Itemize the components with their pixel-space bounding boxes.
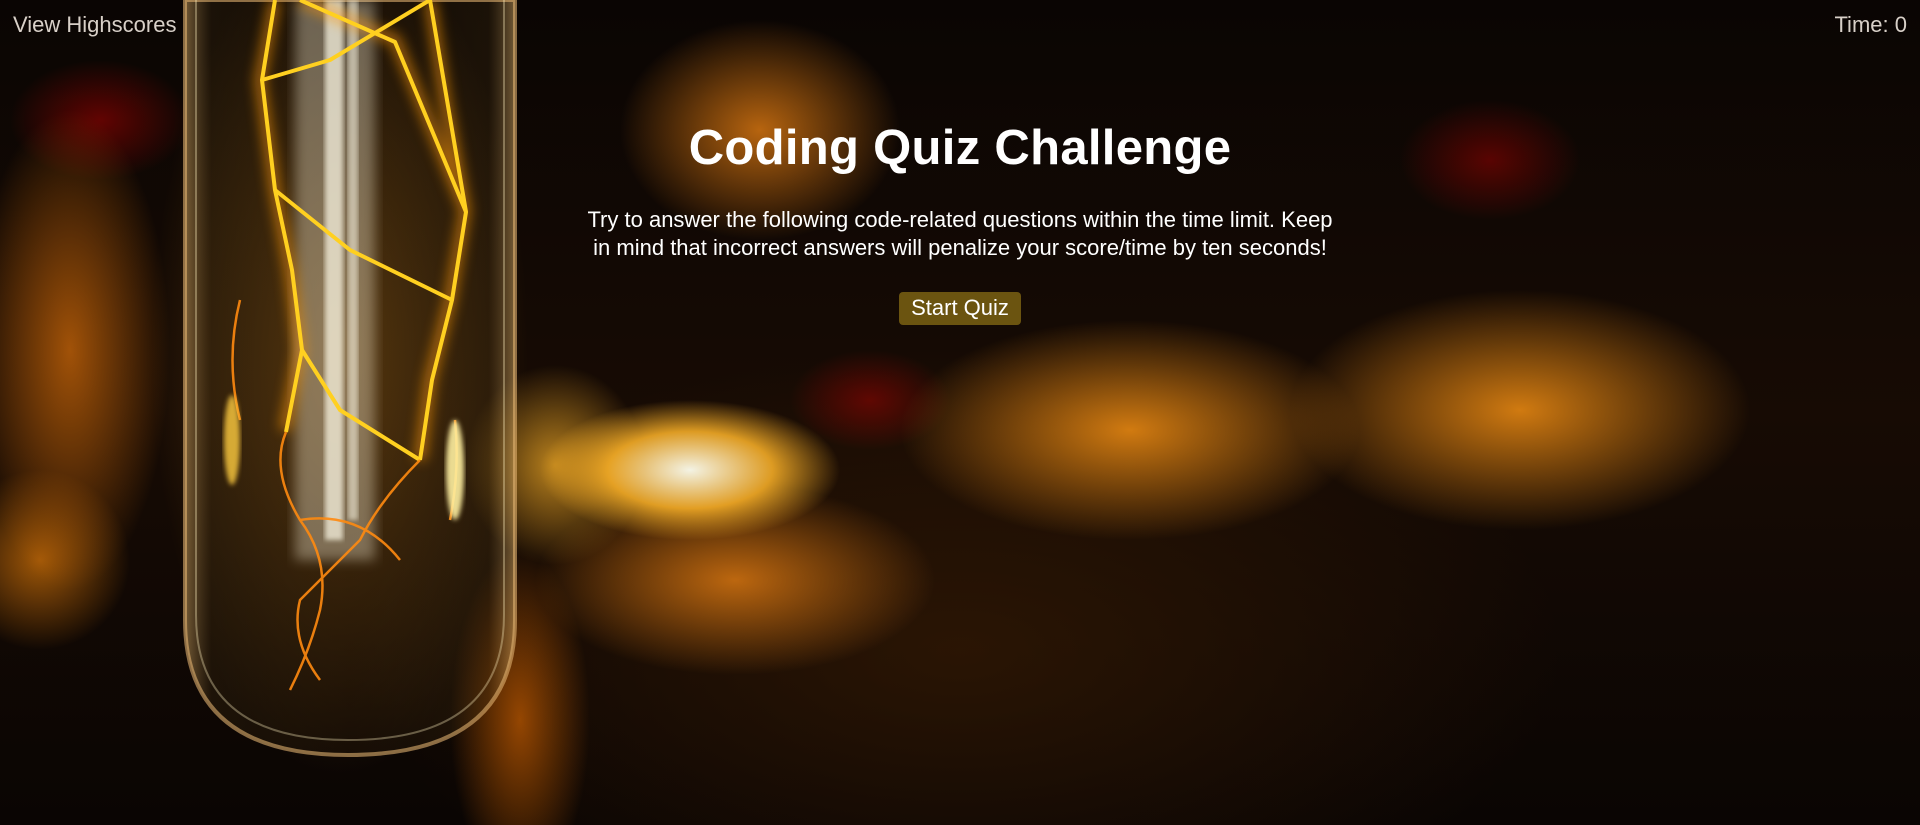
start-quiz-button[interactable]: Start Quiz [899, 292, 1021, 325]
timer-label: Time: [1834, 12, 1889, 37]
intro-section: Coding Quiz Challenge Try to answer the … [0, 120, 1920, 325]
quiz-page: View Highscores Time: 0 Coding Quiz Chal… [0, 0, 1920, 825]
timer-value: 0 [1894, 12, 1907, 37]
quiz-description: Try to answer the following code-related… [587, 207, 1333, 260]
view-highscores-link[interactable]: View Highscores [13, 12, 176, 38]
timer: Time: 0 [1834, 12, 1907, 38]
page-title: Coding Quiz Challenge [688, 121, 1232, 175]
